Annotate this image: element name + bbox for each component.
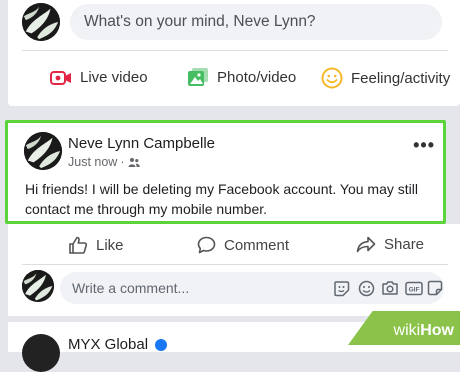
like-button[interactable]: Like bbox=[68, 236, 124, 254]
whats-on-your-mind-input[interactable]: What's on your mind, Neve Lynn? bbox=[70, 4, 442, 40]
verified-badge-icon bbox=[155, 339, 168, 352]
author-avatar[interactable] bbox=[24, 132, 62, 170]
user-avatar[interactable] bbox=[22, 3, 60, 41]
post-actions-area: Like Comment Share Write a comment... GI… bbox=[8, 224, 460, 316]
svg-text:GIF: GIF bbox=[409, 286, 420, 293]
post-meta: Just now · bbox=[68, 155, 140, 169]
share-label: Share bbox=[384, 236, 425, 253]
commenter-avatar-image bbox=[22, 270, 54, 302]
like-label: Like bbox=[96, 236, 124, 254]
write-comment-input[interactable]: Write a comment... GIF bbox=[60, 272, 444, 304]
divider bbox=[22, 50, 448, 51]
comment-placeholder: Write a comment... bbox=[72, 280, 190, 296]
comment-label: Comment bbox=[224, 236, 290, 254]
meta-separator: · bbox=[120, 155, 125, 169]
commenter-avatar[interactable] bbox=[22, 270, 54, 302]
thumbs-up-icon bbox=[68, 236, 88, 254]
post-author-name[interactable]: Neve Lynn Campbelle bbox=[68, 135, 215, 152]
author-avatar-image bbox=[24, 132, 62, 170]
watermark-suffix: How bbox=[420, 322, 454, 339]
post-body: Hi friends! I will be deleting my Facebo… bbox=[25, 181, 418, 217]
friends-icon[interactable] bbox=[128, 157, 140, 168]
live-video-button[interactable]: Live video bbox=[50, 69, 148, 86]
photo-video-label: Photo/video bbox=[217, 68, 297, 86]
next-post-avatar[interactable] bbox=[22, 334, 60, 372]
feeling-activity-button[interactable]: Feeling/activity bbox=[321, 67, 450, 89]
feeling-activity-label: Feeling/activity bbox=[351, 69, 451, 87]
live-video-icon bbox=[50, 70, 72, 86]
post-composer: What's on your mind, Neve Lynn? Live vid… bbox=[8, 0, 460, 106]
share-button[interactable]: Share bbox=[356, 236, 424, 253]
composer-placeholder: What's on your mind, Neve Lynn? bbox=[84, 13, 316, 30]
watermark-prefix: wiki bbox=[393, 322, 421, 339]
feeling-icon bbox=[321, 67, 343, 89]
comment-button[interactable]: Comment bbox=[197, 236, 289, 254]
live-video-label: Live video bbox=[80, 69, 148, 86]
photo-icon bbox=[187, 67, 209, 87]
avatar-sticker-icon[interactable] bbox=[332, 279, 350, 297]
sticker-icon[interactable] bbox=[426, 279, 444, 297]
emoji-icon[interactable] bbox=[357, 279, 375, 297]
comment-icon bbox=[197, 236, 216, 254]
avatar-image bbox=[22, 3, 60, 41]
divider bbox=[22, 264, 448, 265]
post-card: Neve Lynn Campbelle Just now · ••• Hi fr… bbox=[5, 120, 446, 224]
more-options-icon[interactable]: ••• bbox=[413, 135, 435, 156]
gif-icon[interactable]: GIF bbox=[405, 279, 423, 297]
watermark-logo: wikiHow bbox=[394, 322, 454, 340]
photo-video-button[interactable]: Photo/video bbox=[187, 67, 296, 87]
post-timestamp[interactable]: Just now bbox=[68, 155, 117, 169]
share-icon bbox=[356, 236, 376, 253]
camera-icon[interactable] bbox=[381, 279, 399, 297]
